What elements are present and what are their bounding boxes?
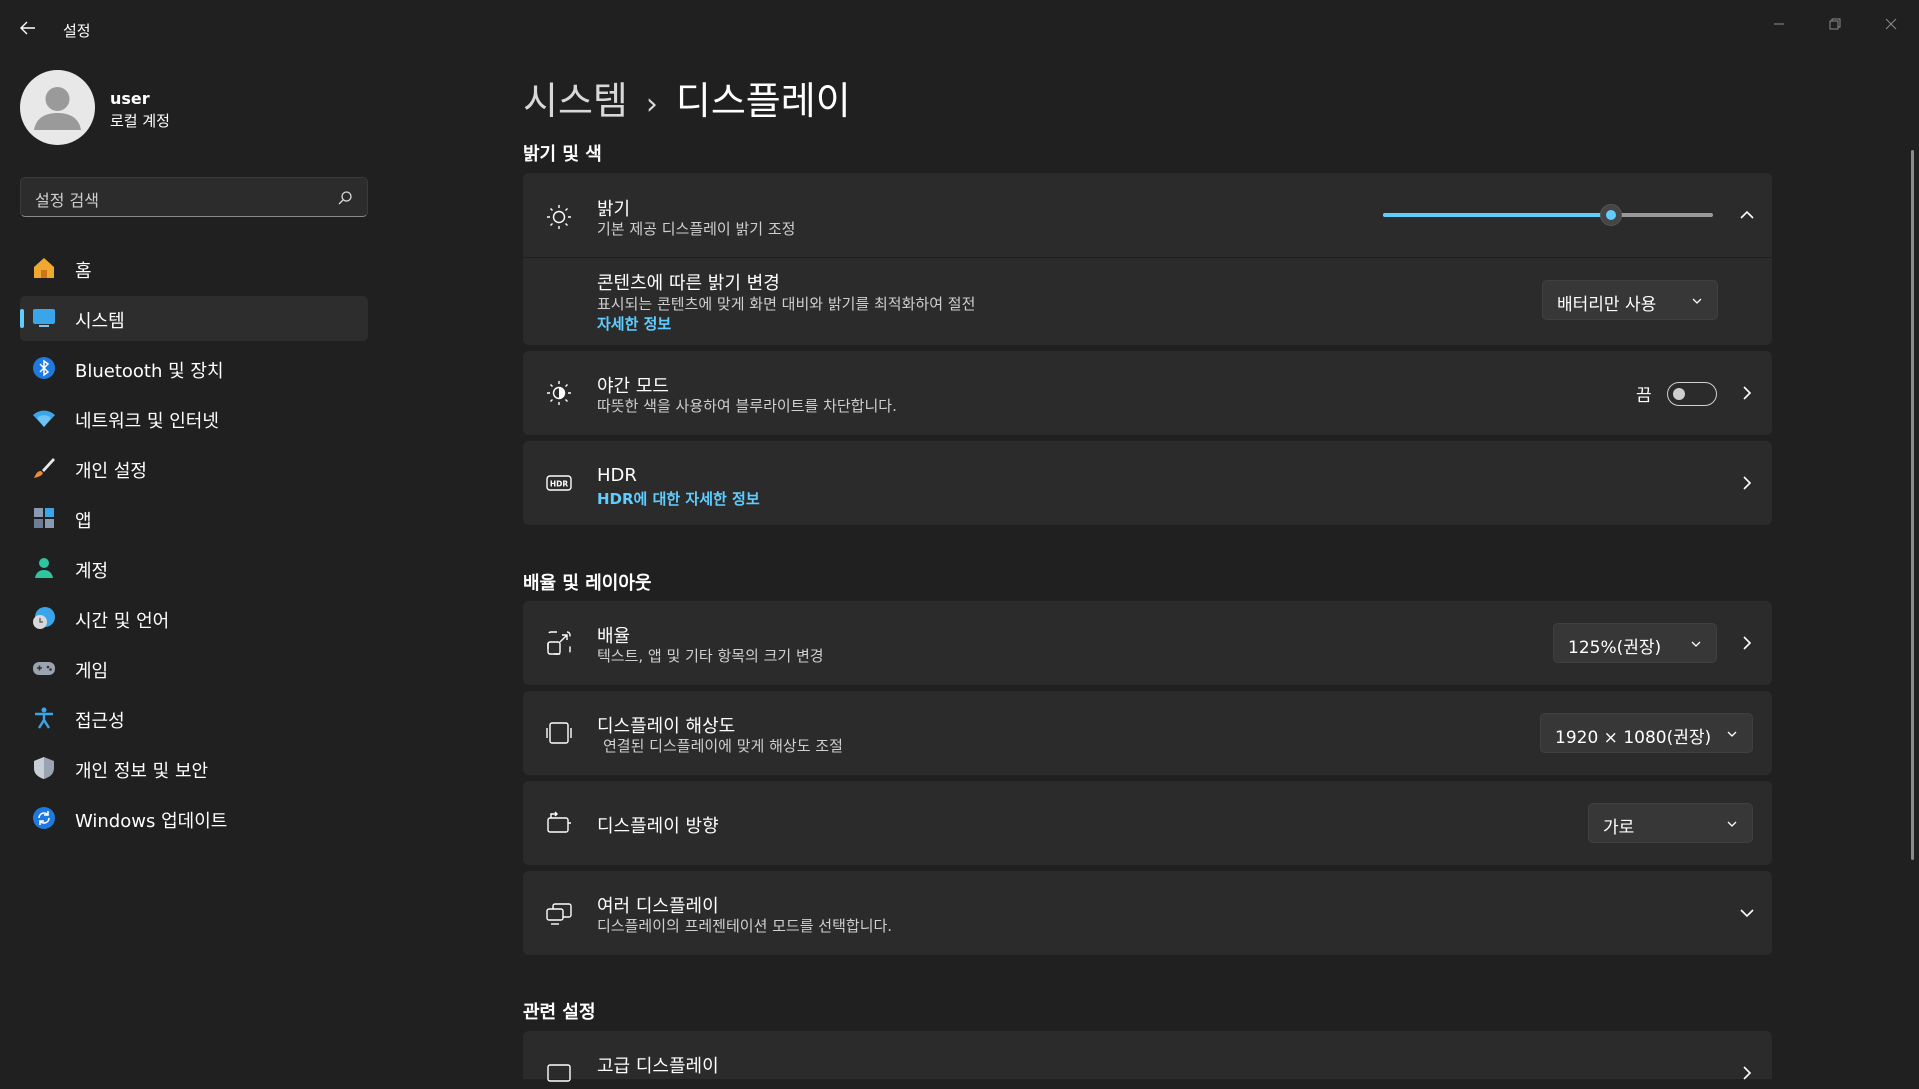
- sidebar-item-accessibility[interactable]: 접근성: [20, 696, 368, 741]
- shield-icon: [34, 757, 54, 779]
- night-light-card[interactable]: 야간 모드 따뜻한 색을 사용하여 블루라이트를 차단합니다. 끔: [523, 351, 1772, 435]
- night-light-icon: [547, 381, 571, 405]
- selected-indicator: [20, 309, 24, 328]
- wifi-icon: [33, 410, 55, 427]
- resolution-icon: [546, 722, 572, 744]
- content-brightness-dropdown[interactable]: 배터리만 사용: [1542, 280, 1718, 320]
- search-input[interactable]: 설정 검색: [20, 177, 368, 217]
- night-light-subtitle: 따뜻한 색을 사용하여 블루라이트를 차단합니다.: [597, 397, 897, 415]
- advanced-display-card[interactable]: 고급 디스플레이: [523, 1031, 1772, 1082]
- sidebar-item-windows-update[interactable]: Windows 업데이트: [20, 796, 368, 841]
- breadcrumb-parent[interactable]: 시스템: [523, 79, 628, 123]
- sidebar-item-system[interactable]: 시스템: [20, 296, 368, 341]
- orientation-title: 디스플레이 방향: [597, 816, 719, 837]
- sidebar-item-gaming[interactable]: 게임: [20, 646, 368, 691]
- sun-icon: [547, 205, 571, 229]
- gamepad-icon: [33, 662, 55, 675]
- accessibility-icon: [35, 707, 53, 729]
- scale-icon: [547, 631, 571, 655]
- sidebar-item-accounts[interactable]: 계정: [20, 546, 368, 591]
- restore-icon[interactable]: [1821, 10, 1849, 38]
- globe-clock-icon: [33, 607, 55, 629]
- sidebar-item-apps[interactable]: 앱: [20, 496, 368, 541]
- page-title: 디스플레이: [675, 79, 851, 123]
- content-brightness-link[interactable]: 자세한 정보: [597, 313, 671, 334]
- section-scale-layout: 배율 및 레이아웃: [523, 573, 652, 594]
- sidebar-item-network[interactable]: 네트워크 및 인터넷: [20, 396, 368, 441]
- sidebar-item-time-language[interactable]: 시간 및 언어: [20, 596, 368, 641]
- brightness-card: 밝기 기본 제공 디스플레이 밝기 조정 콘텐츠에 따른 밝기 변경 표시되는 …: [523, 173, 1772, 345]
- chevron-down-icon: [1727, 731, 1737, 737]
- section-related: 관련 설정: [523, 1002, 596, 1023]
- chevron-down-icon: [1691, 641, 1701, 647]
- hdr-card[interactable]: HDR HDR HDR에 대한 자세한 정보: [523, 441, 1772, 525]
- section-brightness-color: 밝기 및 색: [523, 144, 602, 165]
- brightness-subtitle: 기본 제공 디스플레이 밝기 조정: [597, 220, 796, 238]
- night-light-toggle[interactable]: [1667, 382, 1717, 406]
- app-title: 설정: [63, 22, 91, 40]
- svg-text:HDR: HDR: [550, 480, 569, 489]
- search-placeholder: 설정 검색: [35, 191, 99, 210]
- scrollbar[interactable]: [1911, 150, 1914, 860]
- chevron-up-icon[interactable]: [1737, 205, 1757, 225]
- chevron-right-icon: [1743, 476, 1752, 490]
- sidebar-item-privacy[interactable]: 개인 정보 및 보안: [20, 746, 368, 791]
- chevron-down-icon: [1692, 298, 1702, 304]
- chevron-right-icon: [1743, 636, 1752, 650]
- resolution-card: 디스플레이 해상도 연결된 디스플레이에 맞게 해상도 조절 1920 × 10…: [523, 691, 1772, 775]
- orientation-card: 디스플레이 방향 가로: [523, 781, 1772, 865]
- scale-card[interactable]: 배율 텍스트, 앱 및 기타 항목의 크기 변경 125%(권장): [523, 601, 1772, 685]
- monitor-outline-icon: [547, 1064, 571, 1082]
- content-brightness-title: 콘텐츠에 따른 밝기 변경: [597, 273, 780, 294]
- resolution-dropdown[interactable]: 1920 × 1080(권장): [1540, 713, 1753, 753]
- account-name: user: [110, 89, 150, 108]
- home-icon: [34, 258, 54, 278]
- search-icon: [338, 191, 352, 205]
- multi-display-icon: [546, 903, 572, 925]
- night-light-state: 끔: [1636, 386, 1652, 406]
- divider: [523, 257, 1772, 258]
- sidebar-item-bluetooth[interactable]: Bluetooth 및 장치: [20, 346, 368, 391]
- brightness-slider-thumb[interactable]: [1599, 204, 1622, 226]
- close-icon[interactable]: [1877, 10, 1905, 38]
- refresh-icon: [33, 807, 55, 829]
- breadcrumb-separator: ›: [645, 87, 658, 122]
- avatar[interactable]: [20, 70, 95, 145]
- paintbrush-icon: [34, 458, 55, 478]
- scale-dropdown[interactable]: 125%(권장): [1553, 623, 1717, 663]
- monitor-icon: [33, 309, 55, 327]
- sidebar-item-personalization[interactable]: 개인 설정: [20, 446, 368, 491]
- brightness-slider-fill: [1383, 213, 1611, 217]
- scale-subtitle: 텍스트, 앱 및 기타 항목의 크기 변경: [597, 647, 824, 665]
- orientation-icon: [547, 811, 571, 833]
- advanced-display-title: 고급 디스플레이: [597, 1056, 719, 1077]
- back-arrow-icon[interactable]: [18, 18, 42, 42]
- brightness-slider[interactable]: [1383, 204, 1713, 226]
- bluetooth-icon: [33, 357, 55, 379]
- chevron-down-icon: [1727, 821, 1737, 827]
- sidebar-item-home[interactable]: 홈: [20, 246, 368, 291]
- breadcrumb: 시스템 › 디스플레이: [523, 70, 851, 125]
- hdr-link[interactable]: HDR에 대한 자세한 정보: [597, 488, 760, 509]
- hdr-icon: HDR: [546, 475, 572, 491]
- apps-icon: [34, 508, 54, 528]
- multi-display-subtitle: 디스플레이의 프레젠테이션 모드를 선택합니다.: [597, 917, 893, 935]
- account-type: 로컬 계정: [110, 112, 170, 130]
- hdr-title: HDR: [597, 465, 637, 486]
- chevron-down-icon[interactable]: [1737, 903, 1757, 923]
- orientation-dropdown[interactable]: 가로: [1588, 803, 1753, 843]
- multi-display-card[interactable]: 여러 디스플레이 디스플레이의 프레젠테이션 모드를 선택합니다.: [523, 871, 1772, 955]
- minimize-icon[interactable]: [1765, 10, 1793, 38]
- person-icon: [35, 558, 53, 578]
- title-bar: [0, 0, 1919, 48]
- resolution-subtitle: 연결된 디스플레이에 맞게 해상도 조절: [603, 737, 843, 755]
- chevron-right-icon: [1743, 1066, 1752, 1080]
- chevron-right-icon: [1743, 386, 1752, 400]
- content-brightness-subtitle: 표시되는 콘텐츠에 맞게 화면 대비와 밝기를 최적화하여 절전: [597, 295, 976, 313]
